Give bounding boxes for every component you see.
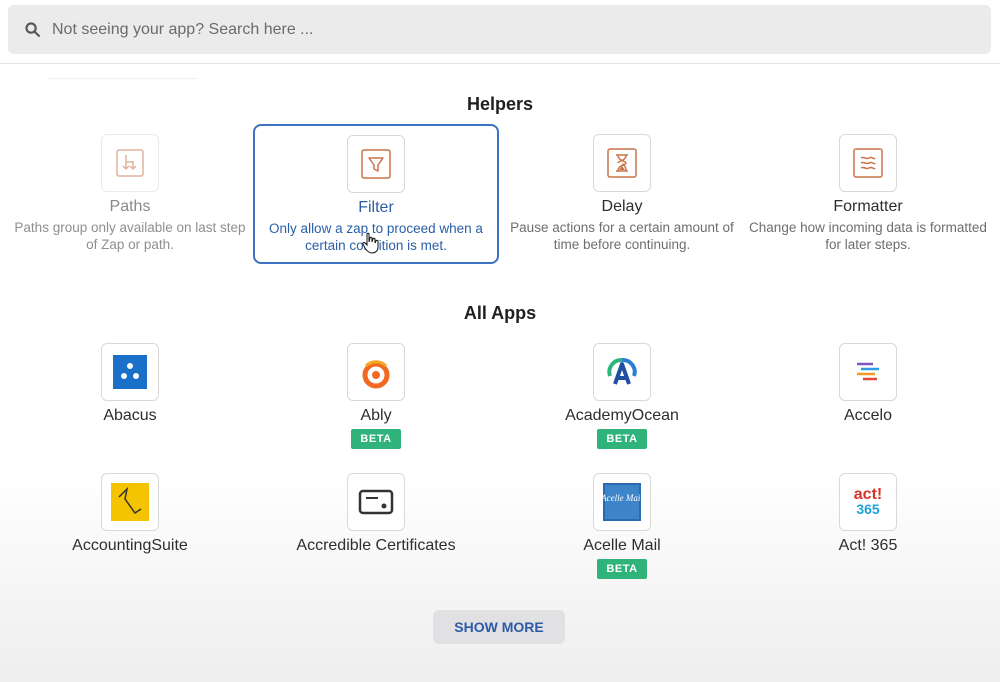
paths-icon: [101, 134, 159, 192]
app-accelo[interactable]: Accelo: [745, 343, 991, 463]
app-name: AcademyOcean: [565, 407, 679, 424]
abacus-logo-icon: [101, 343, 159, 401]
ably-logo-icon: [347, 343, 405, 401]
app-acelle-mail[interactable]: Acelle Mail Acelle Mail BETA: [499, 473, 745, 593]
helper-paths[interactable]: Paths Paths group only available on last…: [7, 124, 253, 264]
app-act-365[interactable]: act! 365 Act! 365: [745, 473, 991, 593]
app-abacus[interactable]: Abacus: [7, 343, 253, 463]
helper-description: Pause actions for a certain amount of ti…: [510, 220, 734, 252]
act365-logo-text-top: act!: [853, 486, 883, 503]
show-more-button[interactable]: SHOW MORE: [433, 610, 565, 644]
accountingsuite-logo-icon: [101, 473, 159, 531]
app-name: AccountingSuite: [72, 537, 188, 554]
app-name: Abacus: [103, 407, 157, 424]
search-icon: [25, 22, 40, 37]
search-bar[interactable]: [8, 5, 991, 54]
app-name: Accelo: [843, 407, 893, 424]
app-accredible-certificates[interactable]: Accredible Certificates: [253, 473, 499, 593]
beta-badge: BETA: [351, 429, 401, 449]
helper-name: Filter: [358, 199, 394, 216]
accredible-logo-icon: [347, 473, 405, 531]
act365-logo-icon: act! 365: [839, 473, 897, 531]
accelo-logo-icon: [839, 343, 897, 401]
acelle-logo-text: Acelle Mail: [603, 493, 641, 503]
hand-cursor-icon: [362, 232, 379, 254]
acelle-mail-logo-icon: Acelle Mail: [593, 473, 651, 531]
beta-badge: BETA: [597, 559, 647, 579]
helper-description: Paths group only available on last step …: [14, 220, 246, 252]
hourglass-icon: [593, 134, 651, 192]
academyocean-logo-icon: [593, 343, 651, 401]
app-name: Acelle Mail: [583, 537, 661, 554]
helper-description: Change how incoming data is formatted fo…: [749, 220, 987, 252]
beta-badge: BETA: [597, 429, 647, 449]
app-ably[interactable]: Ably BETA: [253, 343, 499, 463]
helpers-section-title: Helpers: [466, 94, 534, 114]
act365-logo-text-bottom: 365: [856, 501, 880, 517]
helper-formatter[interactable]: Formatter Change how incoming data is fo…: [745, 124, 991, 264]
search-input[interactable]: [52, 20, 952, 39]
app-name: Accredible Certificates: [296, 537, 456, 554]
helper-name: Paths: [109, 198, 151, 215]
helper-name: Delay: [601, 198, 643, 215]
filter-icon: [347, 135, 405, 193]
all-apps-section-title: All Apps: [463, 303, 537, 323]
app-academyocean[interactable]: AcademyOcean BETA: [499, 343, 745, 463]
app-name: Ably: [360, 407, 392, 424]
app-accountingsuite[interactable]: AccountingSuite: [7, 473, 253, 593]
helper-name: Formatter: [833, 198, 903, 215]
divider: [48, 78, 198, 79]
helper-delay[interactable]: Delay Pause actions for a certain amount…: [499, 124, 745, 264]
divider: [0, 63, 1000, 64]
formatter-icon: [839, 134, 897, 192]
app-name: Act! 365: [838, 537, 898, 554]
